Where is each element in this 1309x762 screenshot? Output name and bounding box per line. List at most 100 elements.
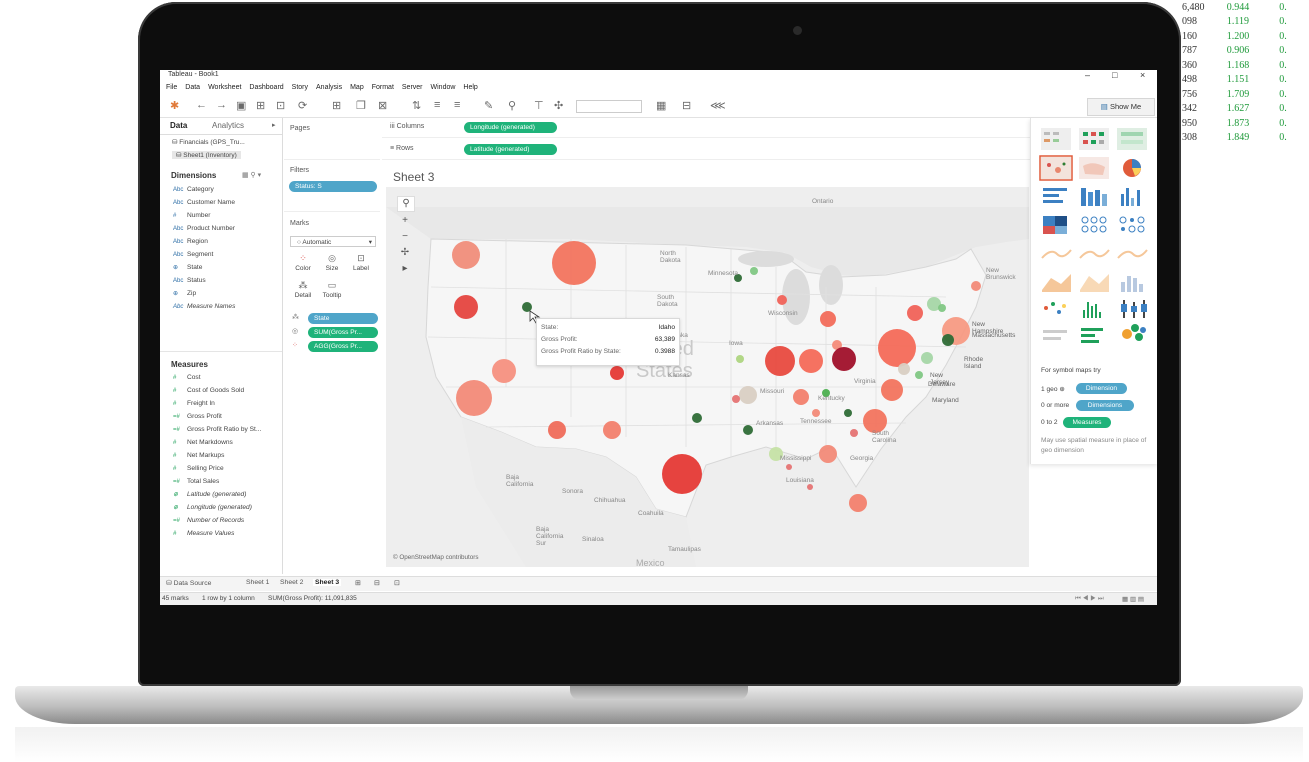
new-worksheet-tab-icon[interactable]: ⊞ <box>355 579 361 587</box>
labels-icon[interactable]: ⊤ <box>534 99 544 112</box>
state-mark[interactable] <box>812 409 820 417</box>
menu-file[interactable]: File <box>166 84 177 91</box>
tab-sheet-2[interactable]: Sheet 2 <box>280 579 303 586</box>
tab-sheet-3[interactable]: Sheet 3 <box>313 579 342 586</box>
share-icon[interactable]: ⋘ <box>710 99 726 112</box>
new-story-tab-icon[interactable]: ⊡ <box>394 579 400 587</box>
view-options-icon[interactable]: ▦ ⚲ ▾ <box>242 171 261 179</box>
field-measure-values[interactable]: # Measure Values <box>173 530 234 537</box>
state-mark[interactable] <box>898 363 910 375</box>
state-mark[interactable] <box>915 371 923 379</box>
chart-option-heat-map[interactable] <box>1079 128 1109 151</box>
pause-updates-icon[interactable]: ⊡ <box>276 99 285 112</box>
state-mark[interactable] <box>777 295 787 305</box>
field-status[interactable]: Abc Status <box>173 277 206 284</box>
label-button[interactable]: ⊡ Label <box>348 253 374 277</box>
menu-help[interactable]: Help <box>463 84 477 91</box>
nav-arrows-icon[interactable]: ⏮ ◀ ▶ ⏭ <box>1075 595 1104 603</box>
field-latitude[interactable]: ⊕ Latitude (generated) <box>173 491 246 498</box>
menu-data[interactable]: Data <box>185 84 200 91</box>
menu-worksheet[interactable]: Worksheet <box>208 84 241 91</box>
tab-analytics[interactable]: Analytics <box>212 121 244 130</box>
state-mark[interactable] <box>907 305 923 321</box>
highlight-icon[interactable]: ✎ <box>484 99 493 112</box>
state-mark[interactable] <box>971 281 981 291</box>
field-gross-profit-ratio[interactable]: =# Gross Profit Ratio by St... <box>173 426 261 433</box>
state-mark[interactable] <box>692 413 702 423</box>
field-selling-price[interactable]: # Selling Price <box>173 465 224 472</box>
menu-format[interactable]: Format <box>372 84 394 91</box>
state-mark[interactable] <box>610 366 624 380</box>
field-zip[interactable]: ⊕ Zip <box>173 290 196 297</box>
menu-map[interactable]: Map <box>350 84 364 91</box>
filter-pill-status[interactable]: Status: S <box>289 181 377 192</box>
field-region[interactable]: Abc Region <box>173 238 208 245</box>
state-mark[interactable] <box>807 484 813 490</box>
maximize-button[interactable]: □ <box>1112 70 1117 80</box>
chart-option-text-table[interactable] <box>1041 128 1071 151</box>
state-mark[interactable] <box>452 241 480 269</box>
state-mark[interactable] <box>736 355 744 363</box>
state-mark[interactable] <box>548 421 566 439</box>
menu-server[interactable]: Server <box>402 84 423 91</box>
state-mark[interactable] <box>799 349 823 373</box>
field-segment[interactable]: Abc Segment <box>173 251 213 258</box>
marks-pill-sum-gross-profit[interactable]: SUM(Gross Pr... <box>308 327 378 338</box>
state-mark[interactable] <box>938 304 946 312</box>
menu-window[interactable]: Window <box>431 84 456 91</box>
color-button[interactable]: ⁘ Color <box>290 253 316 277</box>
chart-option-filled-map[interactable] <box>1079 157 1109 180</box>
pages-shelf[interactable]: Pages <box>284 118 380 160</box>
group-icon[interactable]: ⚲ <box>508 99 516 112</box>
new-datasource-icon[interactable]: ⊞ <box>256 99 265 112</box>
rows-pill-latitude[interactable]: Latitude (generated) <box>464 144 557 155</box>
state-mark[interactable] <box>881 379 903 401</box>
state-mark[interactable] <box>819 445 837 463</box>
field-cost[interactable]: # Cost <box>173 374 201 381</box>
field-gross-profit[interactable]: =# Gross Profit <box>173 413 222 420</box>
datasource-financials[interactable]: ⛁ Financials (GPS_Tru... <box>172 138 245 146</box>
mark-type-dropdown[interactable]: ○ Automatic ▾ <box>290 236 376 247</box>
pane-menu-icon[interactable]: ▸ <box>272 121 276 129</box>
state-mark[interactable] <box>942 334 954 346</box>
zoom-out-icon[interactable]: − <box>397 230 413 244</box>
state-mark[interactable] <box>765 346 795 376</box>
clear-sheet-icon[interactable]: ⊠ <box>378 99 387 112</box>
state-mark[interactable] <box>750 267 758 275</box>
state-mark[interactable] <box>522 302 532 312</box>
sort-desc-icon[interactable]: ≡ <box>454 99 460 111</box>
show-me-button[interactable]: ▤ Show Me <box>1087 98 1155 116</box>
state-mark[interactable] <box>454 295 478 319</box>
sort-asc-icon[interactable]: ≡ <box>434 99 440 111</box>
pin-icon[interactable]: ✣ <box>554 99 563 112</box>
state-mark[interactable] <box>921 352 933 364</box>
view-cards-icon[interactable]: ▦ <box>656 99 666 112</box>
zoom-in-icon[interactable]: + <box>397 214 413 228</box>
save-icon[interactable]: ▣ <box>236 99 246 112</box>
state-mark[interactable] <box>844 409 852 417</box>
state-mark[interactable] <box>743 425 753 435</box>
field-total-sales[interactable]: =# Total Sales <box>173 478 219 485</box>
new-worksheet-icon[interactable]: ⊞ <box>332 99 341 112</box>
menu-dashboard[interactable]: Dashboard <box>249 84 283 91</box>
back-icon[interactable]: ← <box>196 99 207 111</box>
menu-analysis[interactable]: Analysis <box>316 84 342 91</box>
pin-map-icon[interactable]: ✢ <box>397 246 413 260</box>
fit-dropdown[interactable] <box>576 100 642 113</box>
field-longitude[interactable]: ⊕ Longitude (generated) <box>173 504 252 511</box>
datasource-inventory[interactable]: ⛁ Sheet1 (Inventory) <box>172 151 241 159</box>
duplicate-icon[interactable]: ❐ <box>356 99 366 112</box>
field-cost-of-goods-sold[interactable]: # Cost of Goods Sold <box>173 387 244 394</box>
field-category[interactable]: Abc Category <box>173 186 214 193</box>
state-mark[interactable] <box>849 494 867 512</box>
state-mark[interactable] <box>878 329 916 367</box>
detail-button[interactable]: ⁂ Detail <box>290 280 316 304</box>
state-mark[interactable] <box>662 454 702 494</box>
columns-shelf[interactable]: iii Columns Longitude (generated) <box>382 118 1030 138</box>
new-dashboard-tab-icon[interactable]: ⊟ <box>374 579 380 587</box>
field-customer-name[interactable]: Abc Customer Name <box>173 199 235 206</box>
columns-pill-longitude[interactable]: Longitude (generated) <box>464 122 557 133</box>
state-mark[interactable] <box>820 311 836 327</box>
state-mark[interactable] <box>732 395 740 403</box>
swap-icon[interactable]: ⇅ <box>412 99 421 112</box>
